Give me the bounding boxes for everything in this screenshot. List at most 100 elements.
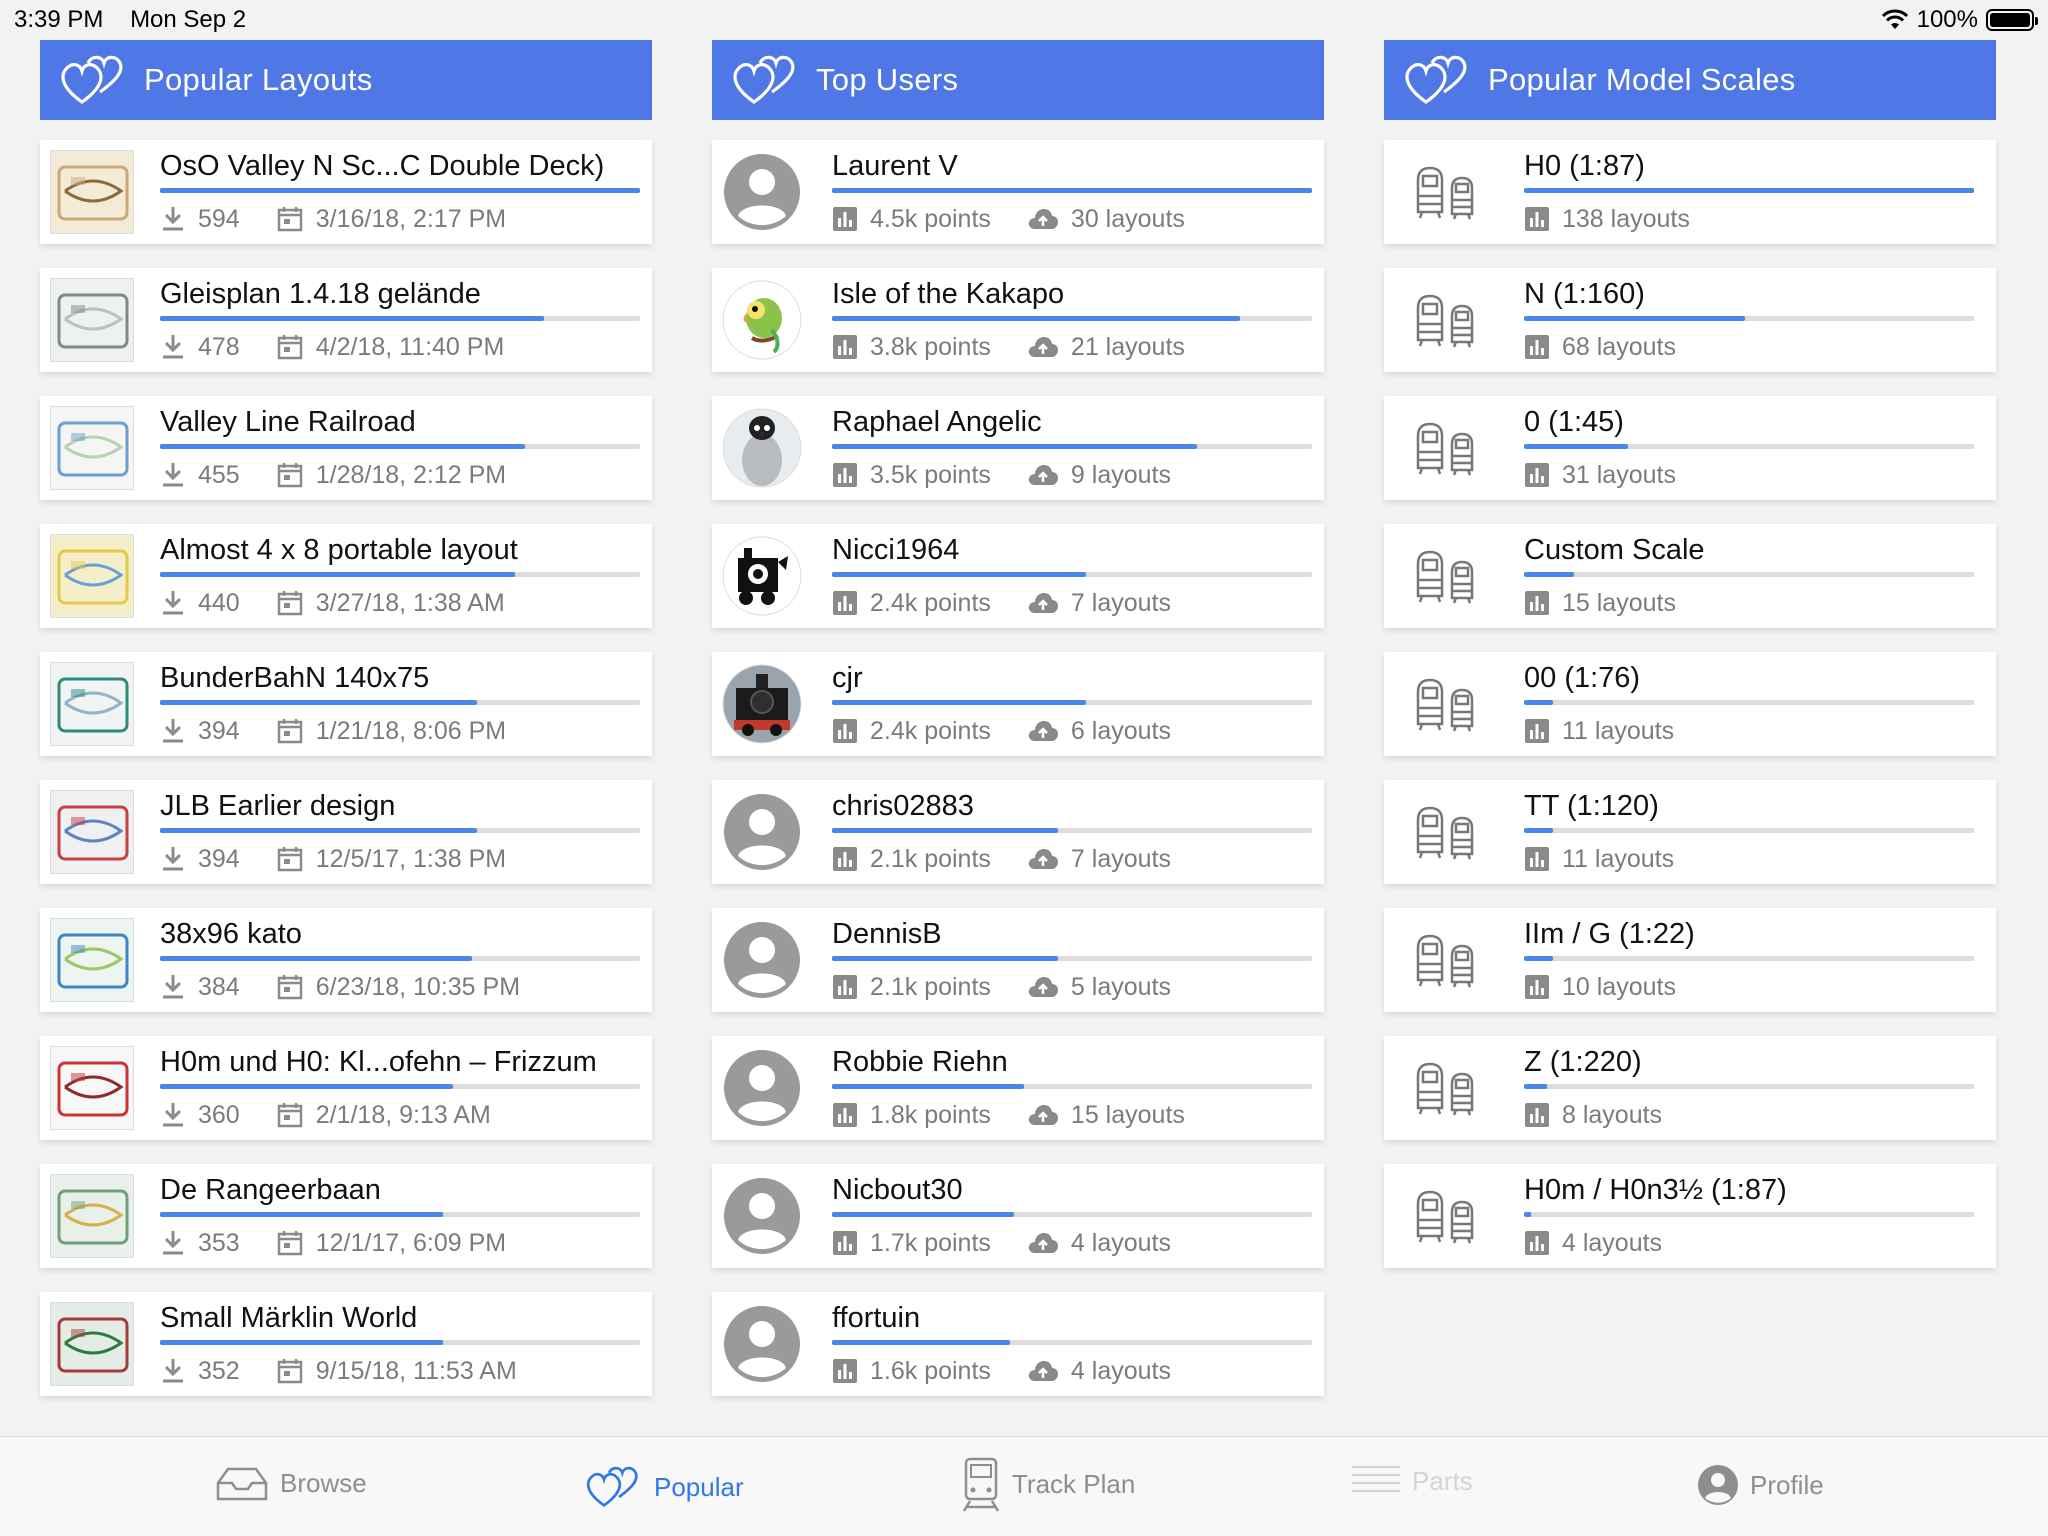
scale-card[interactable]: TT (1:120) 11 layouts <box>1384 780 1996 884</box>
user-card[interactable]: Nicbout30 1.7k points 4 layouts <box>712 1164 1324 1268</box>
tab-browse-label: Browse <box>280 1467 367 1498</box>
download-icon <box>163 847 183 871</box>
user-card[interactable]: Isle of the Kakapo 3.8k points 21 layouts <box>712 268 1324 372</box>
scale-layouts: 10 layouts <box>1524 973 1676 1002</box>
tab-track-plan[interactable]: Track Plan <box>960 1455 1135 1513</box>
layout-card-body: OsO Valley N Sc...C Double Deck) 594 3/16/… <box>160 148 640 235</box>
layout-thumbnail-frame <box>50 406 134 490</box>
download-icon <box>163 1103 183 1127</box>
train-scale-icon <box>1416 294 1474 348</box>
layout-card[interactable]: H0m und H0: Kl...ofehn – Frizzum 360 2/1/1… <box>40 1036 652 1140</box>
user-card-body: Isle of the Kakapo 3.8k points 21 layouts <box>832 276 1312 363</box>
user-card[interactable]: Laurent V 4.5k points 30 layouts <box>712 140 1324 244</box>
scale-meta: 11 layouts <box>1524 843 1974 875</box>
user-meta: 4.5k points 30 layouts <box>832 203 1312 235</box>
date-text: 3/16/18, 2:17 PM <box>315 204 507 233</box>
user-meta: 2.1k points 7 layouts <box>832 843 1312 875</box>
bar-chart-icon <box>833 335 857 359</box>
progress-track <box>160 1340 640 1345</box>
progress-fill <box>1524 316 1745 321</box>
download-count: 352 <box>198 1356 240 1385</box>
user-card[interactable]: Raphael Angelic 3.5k points 9 layouts <box>712 396 1324 500</box>
layout-card-body: 38x96 kato 384 6/23/18, 10:35 PM <box>160 916 640 1003</box>
layout-card[interactable]: JLB Earlier design 394 12/5/17, 1:38 PM <box>40 780 652 884</box>
user-card[interactable]: Nicci1964 2.4k points 7 layouts <box>712 524 1324 628</box>
layout-title: Almost 4 x 8 portable layout <box>160 534 518 566</box>
user-layouts: 6 layouts <box>1027 717 1171 746</box>
layout-thumbnail-frame <box>50 1302 134 1386</box>
layout-card[interactable]: Gleisplan 1.4.18 gelände 478 4/2/18, 11:40… <box>40 268 652 372</box>
layouts-count-text: 4 layouts <box>1070 1356 1171 1385</box>
avatar <box>722 536 802 616</box>
layout-meta: 353 12/1/17, 6:09 PM <box>160 1227 640 1259</box>
user-layouts: 5 layouts <box>1027 973 1171 1002</box>
scale-card[interactable]: H0 (1:87) 138 layouts <box>1384 140 1996 244</box>
layout-date: 9/15/18, 11:53 AM <box>276 1357 517 1386</box>
scale-card-body: H0 (1:87) 138 layouts <box>1524 148 1974 235</box>
user-card-body: Nicbout30 1.7k points 4 layouts <box>832 1172 1312 1259</box>
layout-meta: 440 3/27/18, 1:38 AM <box>160 587 640 619</box>
bar-chart-icon <box>833 847 857 871</box>
user-name: chris02883 <box>832 790 974 822</box>
user-points: 3.5k points <box>832 461 991 490</box>
layout-card[interactable]: Small Märklin World 352 9/15/18, 11:53 AM <box>40 1292 652 1396</box>
tab-popular[interactable]: Popular <box>584 1463 744 1511</box>
status-time: 3:39 PM <box>14 6 104 33</box>
progress-fill <box>160 700 477 705</box>
bar-chart-icon <box>833 975 857 999</box>
tab-browse[interactable]: Browse <box>214 1463 367 1503</box>
layouts-count-text: 15 layouts <box>1070 1100 1185 1129</box>
users-list: Laurent V 4.5k points 30 layouts Isle of th… <box>712 140 1324 1396</box>
train-scale-icon <box>1416 806 1474 860</box>
popular-layouts-header: Popular Layouts <box>40 40 652 120</box>
scale-card[interactable]: N (1:160) 68 layouts <box>1384 268 1996 372</box>
scale-card[interactable]: 0 (1:45) 31 layouts <box>1384 396 1996 500</box>
layout-title: De Rangeerbaan <box>160 1174 381 1206</box>
scale-card[interactable]: Custom Scale 15 layouts <box>1384 524 1996 628</box>
scale-card[interactable]: 00 (1:76) 11 layouts <box>1384 652 1996 756</box>
layout-card[interactable]: De Rangeerbaan 353 12/1/17, 6:09 PM <box>40 1164 652 1268</box>
train-scale-icon <box>1416 422 1474 476</box>
user-card[interactable]: DennisB 2.1k points 5 layouts <box>712 908 1324 1012</box>
user-card[interactable]: Robbie Riehn 1.8k points 15 layouts <box>712 1036 1324 1140</box>
layout-card[interactable]: 38x96 kato 384 6/23/18, 10:35 PM <box>40 908 652 1012</box>
layout-card[interactable]: Almost 4 x 8 portable layout 440 3/27/18, … <box>40 524 652 628</box>
scale-card[interactable]: IIm / G (1:22) 10 layouts <box>1384 908 1996 1012</box>
date-text: 9/15/18, 11:53 AM <box>315 1356 517 1385</box>
user-card[interactable]: cjr 2.4k points 6 layouts <box>712 652 1324 756</box>
points-text: 2.1k points <box>870 972 991 1001</box>
layouts-count-text: 11 layouts <box>1562 716 1675 745</box>
points-text: 1.6k points <box>870 1356 991 1385</box>
train-scale-icon <box>1416 934 1474 988</box>
user-card[interactable]: ffortuin 1.6k points 4 layouts <box>712 1292 1324 1396</box>
user-card[interactable]: chris02883 2.1k points 7 layouts <box>712 780 1324 884</box>
scale-name: TT (1:120) <box>1524 790 1659 822</box>
download-icon <box>163 591 183 615</box>
tab-profile[interactable]: Profile <box>1696 1463 1824 1507</box>
points-text: 1.7k points <box>870 1228 991 1257</box>
download-count: 360 <box>198 1100 240 1129</box>
tab-parts[interactable]: Parts <box>1350 1463 1473 1499</box>
avatar <box>722 408 802 488</box>
user-points: 3.8k points <box>832 333 991 362</box>
progress-fill <box>160 1084 453 1089</box>
wifi-icon <box>1881 9 1908 29</box>
layout-meta: 384 6/23/18, 10:35 PM <box>160 971 640 1003</box>
scale-card[interactable]: H0m / H0n3½ (1:87) 4 layouts <box>1384 1164 1996 1268</box>
user-points: 1.6k points <box>832 1357 991 1386</box>
cloud-upload-icon <box>1028 465 1058 485</box>
cloud-upload-icon <box>1028 1361 1058 1381</box>
layout-card[interactable]: OsO Valley N Sc...C Double Deck) 594 3/16/… <box>40 140 652 244</box>
progress-track <box>832 1084 1312 1089</box>
layout-date: 12/1/17, 6:09 PM <box>276 1229 506 1258</box>
download-count: 478 <box>198 332 240 361</box>
layout-meta: 478 4/2/18, 11:40 PM <box>160 331 640 363</box>
scale-card[interactable]: Z (1:220) 8 layouts <box>1384 1036 1996 1140</box>
layout-thumbnail-frame <box>50 790 134 874</box>
layout-card[interactable]: Valley Line Railroad 455 1/28/18, 2:12 PM <box>40 396 652 500</box>
person-icon <box>1698 1465 1738 1505</box>
user-points: 4.5k points <box>832 205 991 234</box>
avatar <box>722 1176 802 1256</box>
layout-card[interactable]: BunderBahN 140x75 394 1/21/18, 8:06 PM <box>40 652 652 756</box>
layout-card-body: BunderBahN 140x75 394 1/21/18, 8:06 PM <box>160 660 640 747</box>
